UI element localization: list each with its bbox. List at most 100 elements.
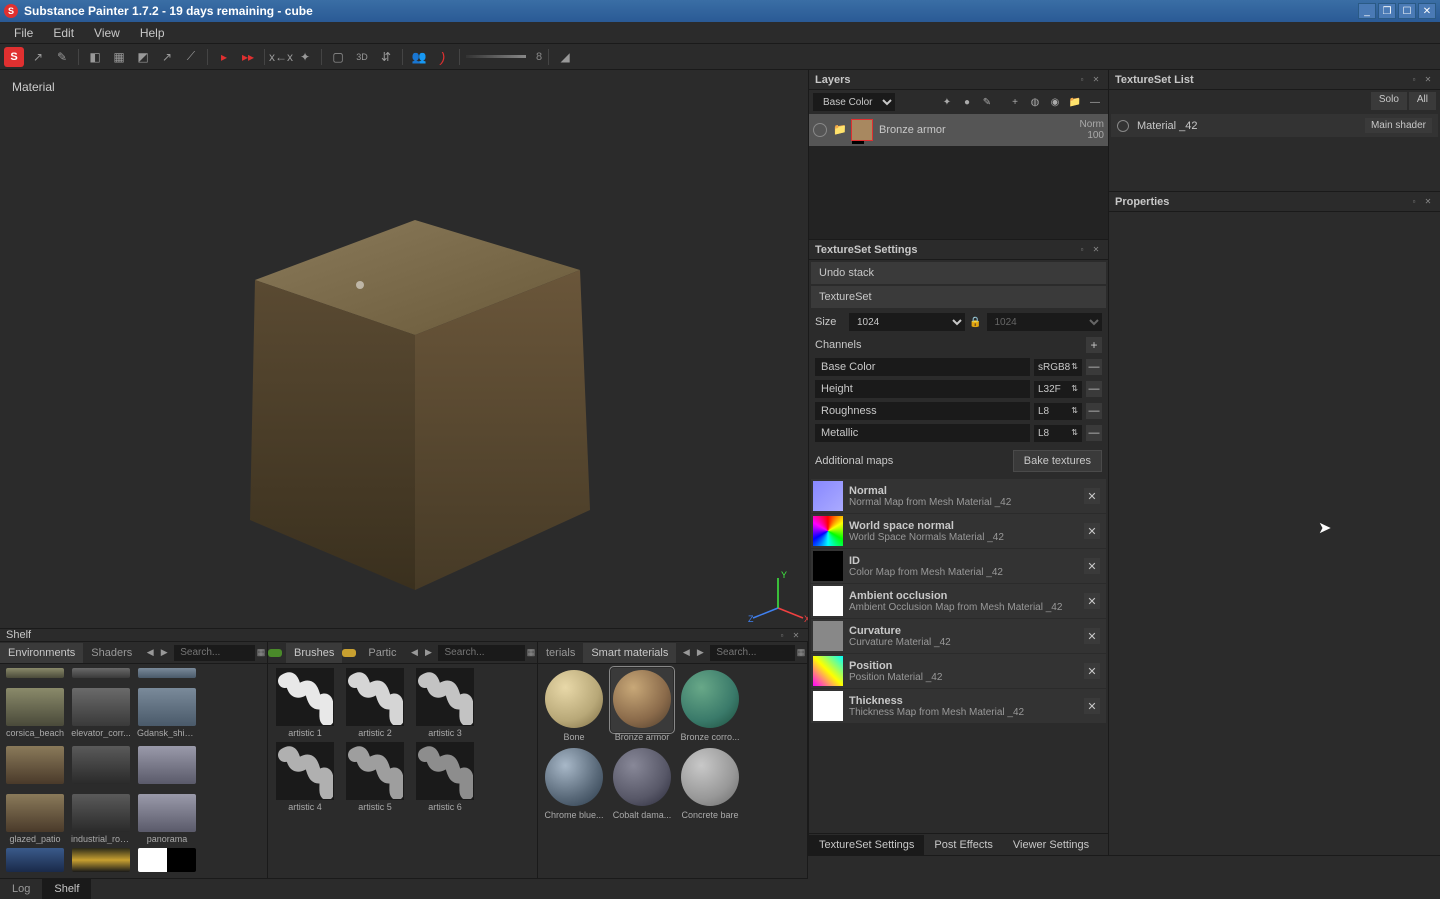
shelf-tab-environments[interactable]: Environments <box>0 643 83 663</box>
iray-icon[interactable]: 👥 <box>409 47 429 67</box>
maximize-button[interactable]: ☐ <box>1398 3 1416 19</box>
remove-channel-button[interactable]: — <box>1086 403 1102 419</box>
remove-map-button[interactable]: ✕ <box>1084 663 1100 679</box>
size-select-h[interactable]: 1024 <box>987 313 1103 331</box>
shelf-undock-icon[interactable]: ▫ <box>776 629 788 641</box>
tab-viewer-settings[interactable]: Viewer Settings <box>1003 835 1099 855</box>
environment-item[interactable]: glazed_patio <box>4 794 66 844</box>
render-icon[interactable]: ) <box>433 47 453 67</box>
viewlink-icon[interactable]: ⇵ <box>376 47 396 67</box>
mask-icon[interactable]: ● <box>958 93 976 111</box>
environment-item[interactable] <box>70 668 132 680</box>
symmetry-x-icon[interactable]: x←x <box>271 47 291 67</box>
smart-material-item[interactable]: Bone <box>542 668 606 742</box>
shelf-tab-particles[interactable]: Partic <box>360 643 404 663</box>
smudge-icon[interactable]: ↗ <box>157 47 177 67</box>
shelf-next-icon[interactable]: ▶ <box>158 646 170 660</box>
remove-map-button[interactable]: ✕ <box>1084 698 1100 714</box>
brush-item[interactable]: artistic 2 <box>342 668 408 738</box>
map-row[interactable]: ID Color Map from Mesh Material _42 ✕ <box>811 549 1106 583</box>
close-icon[interactable]: ✕ <box>1422 196 1434 208</box>
smart-material-item[interactable]: Bronze armor <box>610 668 674 742</box>
visibility-icon[interactable] <box>813 123 827 137</box>
shelf-prev-icon[interactable]: ◀ <box>408 646 420 660</box>
brush-item[interactable]: artistic 4 <box>272 742 338 812</box>
bake-textures-button[interactable]: Bake textures <box>1013 450 1102 472</box>
slider[interactable] <box>466 55 526 58</box>
all-button[interactable]: All <box>1409 92 1436 110</box>
brush-item[interactable]: artistic 6 <box>412 742 478 812</box>
channel-name[interactable]: Base Color <box>815 358 1030 376</box>
shelf-tab-smartmaterials[interactable]: Smart materials <box>583 643 676 663</box>
channel-name[interactable]: Roughness <box>815 402 1030 420</box>
channel-format-dropdown[interactable]: sRGB8 ⇅ <box>1034 359 1082 376</box>
undock-icon[interactable]: ▫ <box>1408 196 1420 208</box>
add-layer-icon[interactable]: + <box>1006 93 1024 111</box>
grid-icon[interactable]: ▦ <box>795 646 807 660</box>
environment-item[interactable]: elevator_corr... <box>70 688 132 738</box>
remove-map-button[interactable]: ✕ <box>1084 628 1100 644</box>
shelf-search-env[interactable] <box>174 645 255 661</box>
menu-view[interactable]: View <box>84 23 130 43</box>
remove-map-button[interactable]: ✕ <box>1084 523 1100 539</box>
projection-icon[interactable]: ▦ <box>109 47 129 67</box>
restore-button[interactable]: ❐ <box>1378 3 1396 19</box>
symmetry-center-icon[interactable]: ✦ <box>295 47 315 67</box>
view2d-icon[interactable]: ▢ <box>328 47 348 67</box>
effect-icon[interactable]: ✦ <box>938 93 956 111</box>
remove-channel-button[interactable]: — <box>1086 359 1102 375</box>
add-fill-icon[interactable]: ◍ <box>1026 93 1044 111</box>
add-channel-button[interactable]: + <box>1086 337 1102 353</box>
remove-channel-button[interactable]: — <box>1086 425 1102 441</box>
textureset-button[interactable]: TextureSet <box>811 286 1106 308</box>
menu-file[interactable]: File <box>4 23 43 43</box>
channel-format-dropdown[interactable]: L8 ⇅ <box>1034 425 1082 442</box>
map-row[interactable]: Thickness Thickness Map from Mesh Materi… <box>811 689 1106 723</box>
shelf-tab-materials[interactable]: terials <box>538 643 583 663</box>
shelf-search-brush[interactable] <box>438 645 525 661</box>
menu-edit[interactable]: Edit <box>43 23 84 43</box>
channel-format-dropdown[interactable]: L8 ⇅ <box>1034 403 1082 420</box>
close-icon[interactable]: ✕ <box>1090 244 1102 256</box>
map-row[interactable]: Position Position Material _42 ✕ <box>811 654 1106 688</box>
undo-stack-button[interactable]: Undo stack <box>811 262 1106 284</box>
shelf-tab-shaders[interactable]: Shaders <box>83 643 140 663</box>
eraser-icon[interactable]: ◧ <box>85 47 105 67</box>
close-icon[interactable]: ✕ <box>1422 74 1434 86</box>
environment-item[interactable]: corsica_beach <box>4 688 66 738</box>
solo-button[interactable]: Solo <box>1371 92 1407 110</box>
layer-row[interactable]: 📁 Bronze armor Norm100 <box>809 114 1108 146</box>
remove-map-button[interactable]: ✕ <box>1084 593 1100 609</box>
polyfill-icon[interactable]: ◩ <box>133 47 153 67</box>
export-icon[interactable]: ↗ <box>28 47 48 67</box>
lock-icon[interactable]: 🔒 <box>969 317 983 328</box>
smart-material-item[interactable]: Chrome blue... <box>542 746 606 820</box>
environment-item[interactable]: Gdansk_ship... <box>136 688 198 738</box>
smart-material-item[interactable]: Concrete bare <box>678 746 742 820</box>
brush-item[interactable]: artistic 5 <box>342 742 408 812</box>
grid-icon[interactable]: ▦ <box>525 646 537 660</box>
environment-item[interactable] <box>136 668 198 680</box>
environment-item[interactable] <box>4 668 66 680</box>
remove-map-button[interactable]: ✕ <box>1084 488 1100 504</box>
brushmask-icon[interactable]: ✎ <box>978 93 996 111</box>
footer-tab-shelf[interactable]: Shelf <box>42 879 91 899</box>
textureset-list-row[interactable]: Material _42 Main shader <box>1111 114 1438 137</box>
layers-channel-dropdown[interactable]: Base Color <box>813 93 895 111</box>
shelf-tab-brushes[interactable]: Brushes <box>286 643 342 663</box>
shelf-next-icon[interactable]: ▶ <box>422 646 434 660</box>
brushalpha-icon[interactable]: ◢ <box>555 47 575 67</box>
environment-item[interactable] <box>4 848 66 874</box>
view3d-icon[interactable]: 3D <box>352 47 372 67</box>
smart-material-item[interactable]: Bronze corro... <box>678 668 742 742</box>
shader-dropdown[interactable]: Main shader <box>1365 118 1432 133</box>
add-folder-icon[interactable]: 📁 <box>1066 93 1084 111</box>
shelf-next-icon[interactable]: ▶ <box>694 646 706 660</box>
delete-layer-icon[interactable]: — <box>1086 93 1104 111</box>
shelf-prev-icon[interactable]: ◀ <box>680 646 692 660</box>
clone-icon[interactable]: ⟋ <box>181 47 201 67</box>
map-row[interactable]: World space normal World Space Normals M… <box>811 514 1106 548</box>
shelf-search-mat[interactable] <box>710 645 795 661</box>
environment-item[interactable]: industrial_room <box>70 794 132 844</box>
map-row[interactable]: Normal Normal Map from Mesh Material _42… <box>811 479 1106 513</box>
